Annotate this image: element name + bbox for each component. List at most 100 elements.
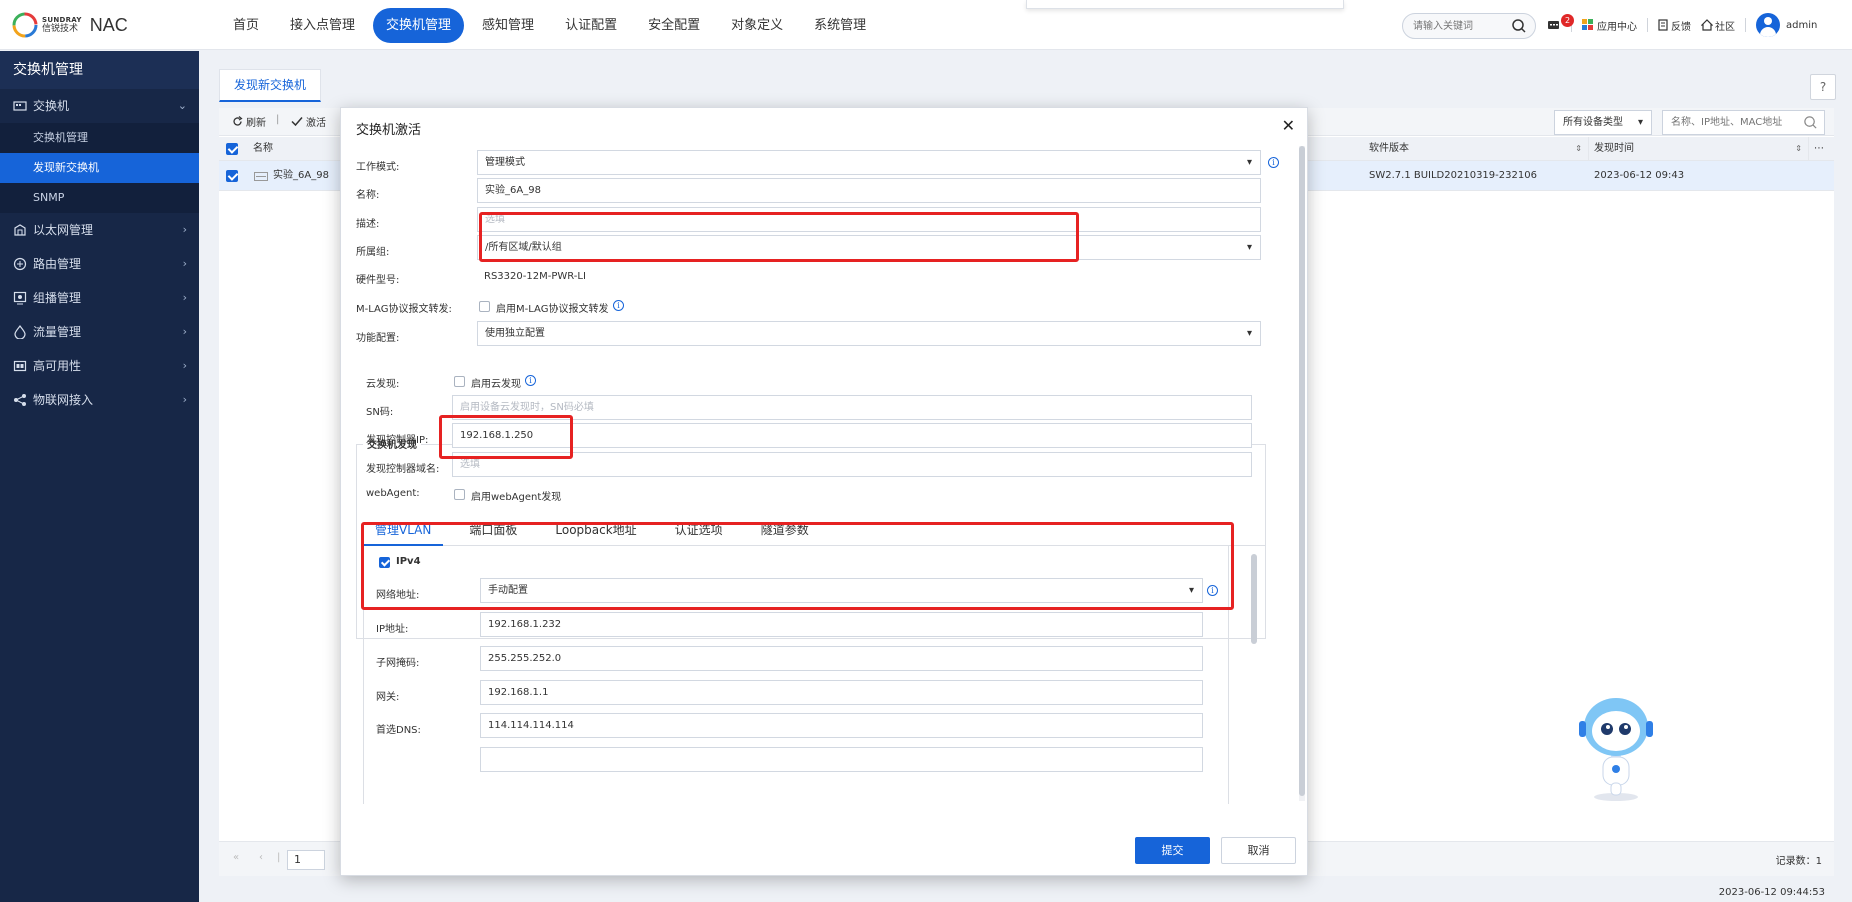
list-search-input[interactable]	[1663, 111, 1793, 134]
message-button[interactable]	[1547, 19, 1561, 31]
help-button[interactable]: ?	[1810, 74, 1836, 100]
cloud-discovery-label: 云发现:	[366, 379, 400, 390]
hardware-model-label: 硬件型号:	[356, 275, 400, 286]
app-center-button[interactable]: 应用中心	[1582, 18, 1637, 33]
device-type-select[interactable]: 所有设备类型	[1554, 110, 1652, 135]
function-config-label: 功能配置:	[356, 333, 400, 344]
column-software-version[interactable]: 软件版本 ⇕	[1364, 137, 1589, 161]
nav-object-definition[interactable]: 对象定义	[718, 8, 796, 43]
ip-address-field[interactable]: 192.168.1.232	[480, 612, 1203, 637]
mlag-checkbox[interactable]	[479, 301, 490, 312]
nav-switch-management[interactable]: 交换机管理	[373, 8, 465, 43]
top-bar: SUNDRAY 信锐技术 NAC 首页 接入点管理 交换机管理 感知管理 认证配…	[0, 0, 1852, 50]
dns-label: 首选DNS:	[376, 725, 421, 736]
inner-scrollbar[interactable]	[1251, 554, 1257, 644]
network-address-select[interactable]: 手动配置	[480, 578, 1203, 603]
group-label: 所属组:	[356, 247, 390, 258]
ipv4-checkbox[interactable]	[379, 557, 390, 568]
scroll-thumb[interactable]	[1299, 146, 1305, 796]
secondary-field[interactable]	[480, 747, 1203, 772]
tab-port-panel[interactable]: 端口面板	[457, 516, 529, 546]
traffic-icon	[14, 325, 26, 339]
user-menu[interactable]: admin	[1756, 13, 1817, 37]
controller-domain-field[interactable]: 选填	[452, 452, 1252, 477]
nav-system-management[interactable]: 系统管理	[801, 8, 879, 43]
info-icon[interactable]: i	[525, 375, 536, 386]
activate-button[interactable]: 激活	[291, 114, 326, 129]
ipv4-label: IPv4	[396, 556, 421, 567]
description-field[interactable]: 选填	[477, 207, 1261, 232]
tab-discover-switch[interactable]: 发现新交换机	[219, 69, 322, 102]
function-config-select[interactable]: 使用独立配置	[477, 321, 1261, 346]
app-grid-icon	[1582, 19, 1593, 30]
chevron-right-icon: ›	[182, 291, 187, 304]
refresh-button[interactable]: 刷新	[232, 114, 266, 129]
sidebar-group-route[interactable]: 路由管理 ›	[0, 247, 199, 281]
sidebar-group-traffic[interactable]: 流量管理 ›	[0, 315, 199, 349]
name-field[interactable]: 实验_6A_98	[477, 178, 1261, 203]
group-select[interactable]: /所有区域/默认组	[477, 235, 1261, 260]
tab-auth-options[interactable]: 认证选项	[663, 516, 735, 546]
sidebar-item-discover-switch[interactable]: 发现新交换机	[0, 153, 199, 183]
nav-ap-management[interactable]: 接入点管理	[277, 8, 368, 43]
controller-domain-label: 发现控制器域名:	[366, 464, 440, 475]
prev-page-icon[interactable]: ‹	[259, 852, 263, 863]
tab-management-vlan[interactable]: 管理VLAN	[363, 516, 444, 546]
chevron-right-icon: ›	[182, 393, 187, 406]
feedback-label: 反馈	[1671, 21, 1691, 33]
sundray-logo-icon	[12, 12, 38, 38]
cloud-discovery-checkbox[interactable]	[454, 376, 465, 387]
cancel-button[interactable]: 取消	[1221, 837, 1296, 864]
sidebar-item-snmp[interactable]: SNMP	[0, 183, 199, 213]
search-icon[interactable]	[1511, 18, 1527, 34]
page-number-input[interactable]: 1	[287, 850, 325, 870]
controller-ip-field[interactable]: 192.168.1.250	[452, 423, 1252, 448]
sidebar-group-multicast[interactable]: 组播管理 ›	[0, 281, 199, 315]
column-more-icon[interactable]: ⋯	[1809, 137, 1834, 161]
sn-field[interactable]: 启用设备云发现时，SN码必填	[452, 395, 1252, 420]
dns-field[interactable]: 114.114.114.114	[480, 713, 1203, 738]
column-discover-time[interactable]: 发现时间 ⇕	[1589, 137, 1809, 161]
nav-security-config[interactable]: 安全配置	[635, 8, 713, 43]
submit-button[interactable]: 提交	[1135, 837, 1210, 864]
top-right-tools: 应用中心 反馈 社区 admin	[1547, 13, 1827, 37]
nav-perception[interactable]: 感知管理	[469, 8, 547, 43]
ha-icon	[13, 360, 27, 372]
info-icon[interactable]: i	[1207, 585, 1218, 596]
search-icon[interactable]	[1803, 115, 1818, 130]
nav-home[interactable]: 首页	[220, 8, 272, 43]
network-address-label: 网络地址:	[376, 590, 420, 601]
subnet-mask-field[interactable]: 255.255.252.0	[480, 646, 1203, 671]
gateway-label: 网关:	[376, 692, 400, 703]
row-checkbox[interactable]	[226, 170, 238, 182]
nav-auth-config[interactable]: 认证配置	[552, 8, 630, 43]
logo[interactable]: SUNDRAY 信锐技术 NAC	[12, 12, 128, 38]
sn-label: SN码:	[366, 407, 394, 418]
app-center-label: 应用中心	[1597, 21, 1637, 33]
dialog-scrollbar[interactable]	[1299, 146, 1305, 801]
sidebar-group-switch[interactable]: 交换机 ⌄	[0, 89, 199, 123]
brand-cn: 信锐技术	[42, 24, 79, 34]
sidebar-item-switch-management[interactable]: 交换机管理	[0, 123, 199, 153]
webagent-checkbox[interactable]	[454, 489, 465, 500]
info-icon[interactable]: i	[613, 300, 624, 311]
community-button[interactable]: 社区	[1701, 18, 1735, 33]
sidebar-group-label: 以太网管理	[33, 223, 94, 237]
first-page-icon[interactable]: «	[233, 852, 239, 863]
message-count-badge: 2	[1561, 14, 1574, 27]
feedback-button[interactable]: 反馈	[1658, 18, 1691, 33]
sidebar-group-ethernet[interactable]: 以太网管理 ›	[0, 213, 199, 247]
select-all-checkbox[interactable]	[226, 143, 238, 155]
sidebar-group-iot[interactable]: 物联网接入 ›	[0, 383, 199, 417]
gateway-field[interactable]: 192.168.1.1	[480, 680, 1203, 705]
global-search-input[interactable]	[1403, 14, 1503, 38]
sidebar-group-ha[interactable]: 高可用性 ›	[0, 349, 199, 383]
assistant-robot-icon[interactable]	[1571, 689, 1661, 809]
info-icon[interactable]: i	[1268, 157, 1279, 168]
work-mode-select[interactable]: 管理模式	[477, 150, 1261, 175]
config-tabs: 管理VLAN 端口面板 Loopback地址 认证选项 隧道参数	[363, 516, 1266, 546]
close-icon[interactable]: ✕	[1282, 116, 1295, 135]
tab-tunnel-params[interactable]: 隧道参数	[749, 516, 821, 546]
mlag-label: M-LAG协议报文转发:	[356, 304, 452, 315]
tab-loopback[interactable]: Loopback地址	[543, 516, 648, 546]
